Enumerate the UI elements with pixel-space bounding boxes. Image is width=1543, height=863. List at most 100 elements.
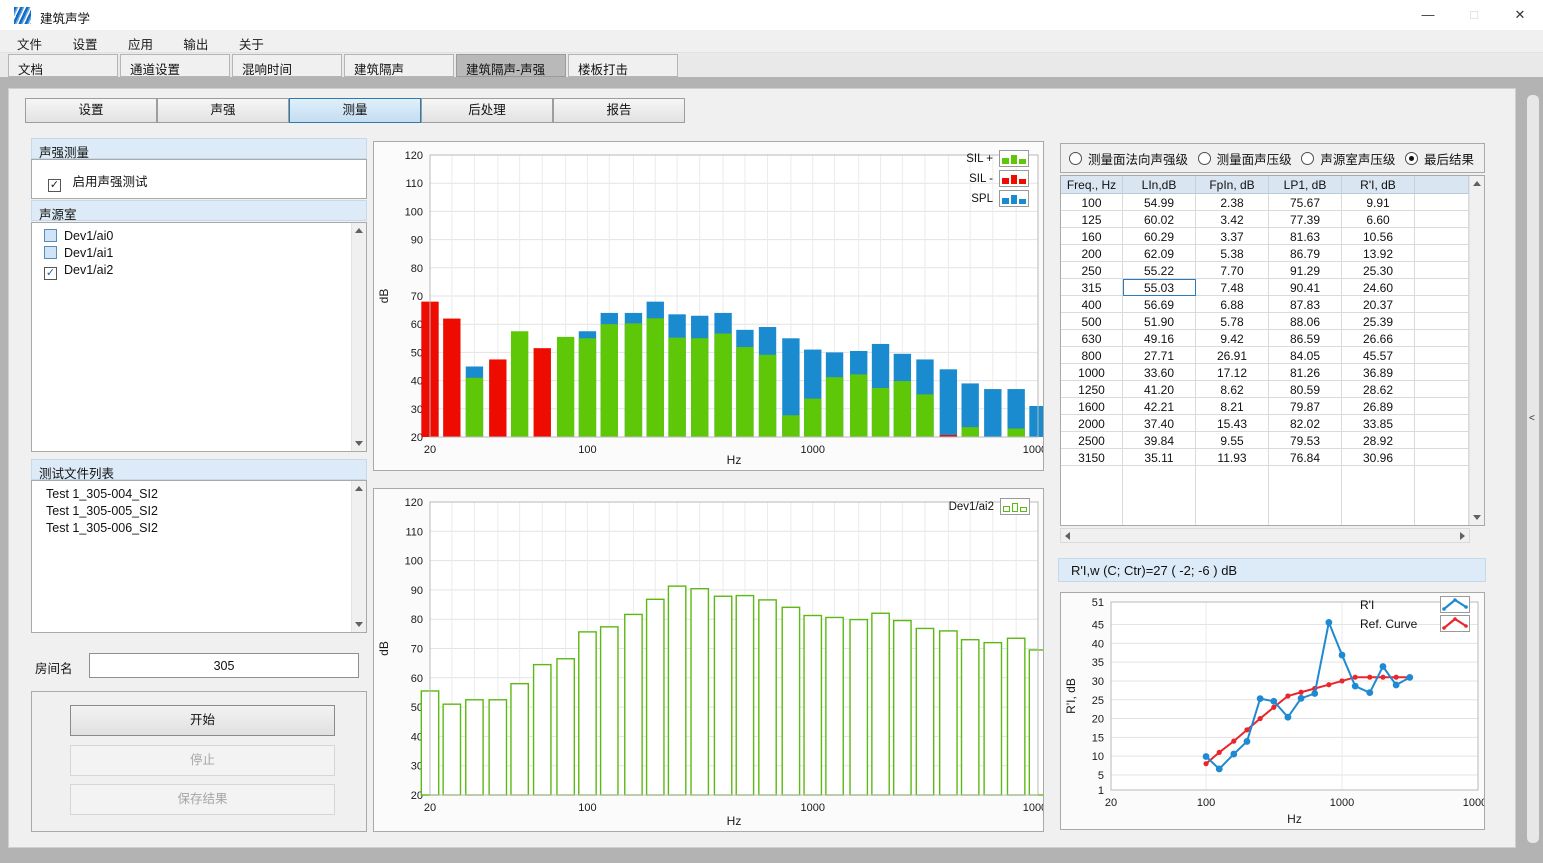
table-cell[interactable]: 54.99 (1123, 194, 1196, 211)
tab-reverberation-time[interactable]: 混响时间 (232, 54, 342, 77)
table-cell[interactable]: 80.59 (1269, 381, 1342, 398)
table-cell[interactable]: 36.89 (1342, 364, 1415, 381)
table-cell[interactable]: 28.92 (1342, 432, 1415, 449)
table-cell[interactable]: 5.78 (1196, 313, 1269, 330)
table-cell[interactable]: 51.90 (1123, 313, 1196, 330)
table-cell[interactable]: 1250 (1061, 381, 1123, 398)
table-cell[interactable]: 55.22 (1123, 262, 1196, 279)
scroll-up-icon[interactable] (355, 228, 363, 233)
radio-icon-selected[interactable] (1405, 152, 1418, 165)
test-file-item[interactable]: Test 1_305-005_SI2 (32, 502, 366, 519)
table-cell[interactable]: 3150 (1061, 449, 1123, 466)
table-cell[interactable]: 30.96 (1342, 449, 1415, 466)
tab-document[interactable]: 文档 (8, 54, 118, 77)
table-cell[interactable]: 3.37 (1196, 228, 1269, 245)
scroll-up-icon[interactable] (1473, 181, 1481, 186)
subtab-intensity[interactable]: 声强 (157, 98, 289, 123)
column-header[interactable]: R'I, dB (1342, 176, 1415, 194)
menu-settings[interactable]: 设置 (59, 30, 110, 53)
table-cell[interactable]: 20.37 (1342, 296, 1415, 313)
collapse-left-icon[interactable]: < (1529, 413, 1535, 424)
table-cell[interactable]: 49.16 (1123, 330, 1196, 347)
table-cell[interactable]: 17.12 (1196, 364, 1269, 381)
table-cell[interactable]: 1000 (1061, 364, 1123, 381)
table-cell[interactable]: 26.66 (1342, 330, 1415, 347)
column-header[interactable]: FpIn, dB (1196, 176, 1269, 194)
panel-splitter-handle[interactable]: < (1527, 95, 1539, 843)
scroll-up-icon[interactable] (355, 486, 363, 491)
table-cell[interactable]: 56.69 (1123, 296, 1196, 313)
table-cell[interactable]: 86.79 (1269, 245, 1342, 262)
table-cell[interactable]: 6.88 (1196, 296, 1269, 313)
channel-item[interactable]: Dev1/ai0 (32, 227, 366, 244)
close-button[interactable]: ✕ (1497, 0, 1543, 30)
radio-normal-intensity-level[interactable]: 测量面法向声强级 (1069, 149, 1188, 168)
subtab-report[interactable]: 报告 (553, 98, 685, 123)
save-results-button[interactable]: 保存结果 (70, 784, 335, 815)
table-cell[interactable]: 15.43 (1196, 415, 1269, 432)
table-cell[interactable]: 82.02 (1269, 415, 1342, 432)
checkbox-unchecked-icon[interactable] (44, 229, 57, 242)
table-cell[interactable]: 91.29 (1269, 262, 1342, 279)
table-cell[interactable]: 84.05 (1269, 347, 1342, 364)
table-cell[interactable]: 630 (1061, 330, 1123, 347)
channel-item[interactable]: Dev1/ai1 (32, 244, 366, 261)
maximize-button[interactable]: □ (1451, 0, 1497, 30)
results-table-vscrollbar[interactable] (1469, 176, 1484, 525)
stop-button[interactable]: 停止 (70, 745, 335, 776)
table-cell[interactable]: 77.39 (1269, 211, 1342, 228)
table-cell[interactable]: 90.41 (1269, 279, 1342, 296)
column-header[interactable]: LIn,dB (1123, 176, 1196, 194)
table-cell[interactable]: 7.70 (1196, 262, 1269, 279)
test-file-item[interactable]: Test 1_305-006_SI2 (32, 519, 366, 536)
table-cell[interactable]: 39.84 (1123, 432, 1196, 449)
table-cell[interactable]: 2000 (1061, 415, 1123, 432)
table-cell[interactable]: 76.84 (1269, 449, 1342, 466)
table-cell[interactable]: 88.06 (1269, 313, 1342, 330)
scroll-down-icon[interactable] (355, 622, 363, 627)
table-cell[interactable]: 8.62 (1196, 381, 1269, 398)
enable-intensity-checkbox[interactable] (48, 179, 61, 192)
column-header[interactable]: LP1, dB (1269, 176, 1342, 194)
table-cell[interactable]: 10.56 (1342, 228, 1415, 245)
table-cell[interactable]: 26.91 (1196, 347, 1269, 364)
table-cell[interactable]: 2.38 (1196, 194, 1269, 211)
table-cell[interactable]: 125 (1061, 211, 1123, 228)
minimize-button[interactable]: — (1405, 0, 1451, 30)
table-cell[interactable]: 250 (1061, 262, 1123, 279)
checkbox-checked-icon[interactable] (44, 267, 57, 280)
radio-source-room-spl[interactable]: 声源室声压级 (1301, 149, 1395, 168)
subtab-settings[interactable]: 设置 (25, 98, 157, 123)
table-cell[interactable]: 25.30 (1342, 262, 1415, 279)
tab-floor-impact[interactable]: 楼板打击 (568, 54, 678, 77)
table-cell[interactable]: 13.92 (1342, 245, 1415, 262)
column-header[interactable]: Freq., Hz (1061, 176, 1123, 194)
table-cell[interactable]: 60.02 (1123, 211, 1196, 228)
table-cell[interactable]: 28.62 (1342, 381, 1415, 398)
table-cell[interactable]: 42.21 (1123, 398, 1196, 415)
table-cell[interactable]: 5.38 (1196, 245, 1269, 262)
table-cell[interactable]: 800 (1061, 347, 1123, 364)
table-cell[interactable]: 79.53 (1269, 432, 1342, 449)
table-cell[interactable]: 87.83 (1269, 296, 1342, 313)
table-cell[interactable]: 8.21 (1196, 398, 1269, 415)
table-cell[interactable]: 26.89 (1342, 398, 1415, 415)
table-cell[interactable]: 33.85 (1342, 415, 1415, 432)
start-button[interactable]: 开始 (70, 705, 335, 736)
table-cell[interactable]: 33.60 (1123, 364, 1196, 381)
table-cell[interactable]: 81.26 (1269, 364, 1342, 381)
table-cell[interactable]: 6.60 (1342, 211, 1415, 228)
table-cell[interactable]: 160 (1061, 228, 1123, 245)
table-cell[interactable]: 9.42 (1196, 330, 1269, 347)
table-cell[interactable]: 41.20 (1123, 381, 1196, 398)
table-cell[interactable]: 500 (1061, 313, 1123, 330)
table-cell[interactable]: 75.67 (1269, 194, 1342, 211)
subtab-measurement[interactable]: 测量 (289, 98, 421, 123)
table-cell[interactable]: 1600 (1061, 398, 1123, 415)
scroll-right-icon[interactable] (1460, 532, 1465, 540)
subtab-postprocessing[interactable]: 后处理 (421, 98, 553, 123)
table-cell[interactable]: 37.40 (1123, 415, 1196, 432)
table-cell[interactable]: 7.48 (1196, 279, 1269, 296)
results-table-hscrollbar[interactable] (1060, 528, 1470, 543)
table-cell[interactable]: 27.71 (1123, 347, 1196, 364)
